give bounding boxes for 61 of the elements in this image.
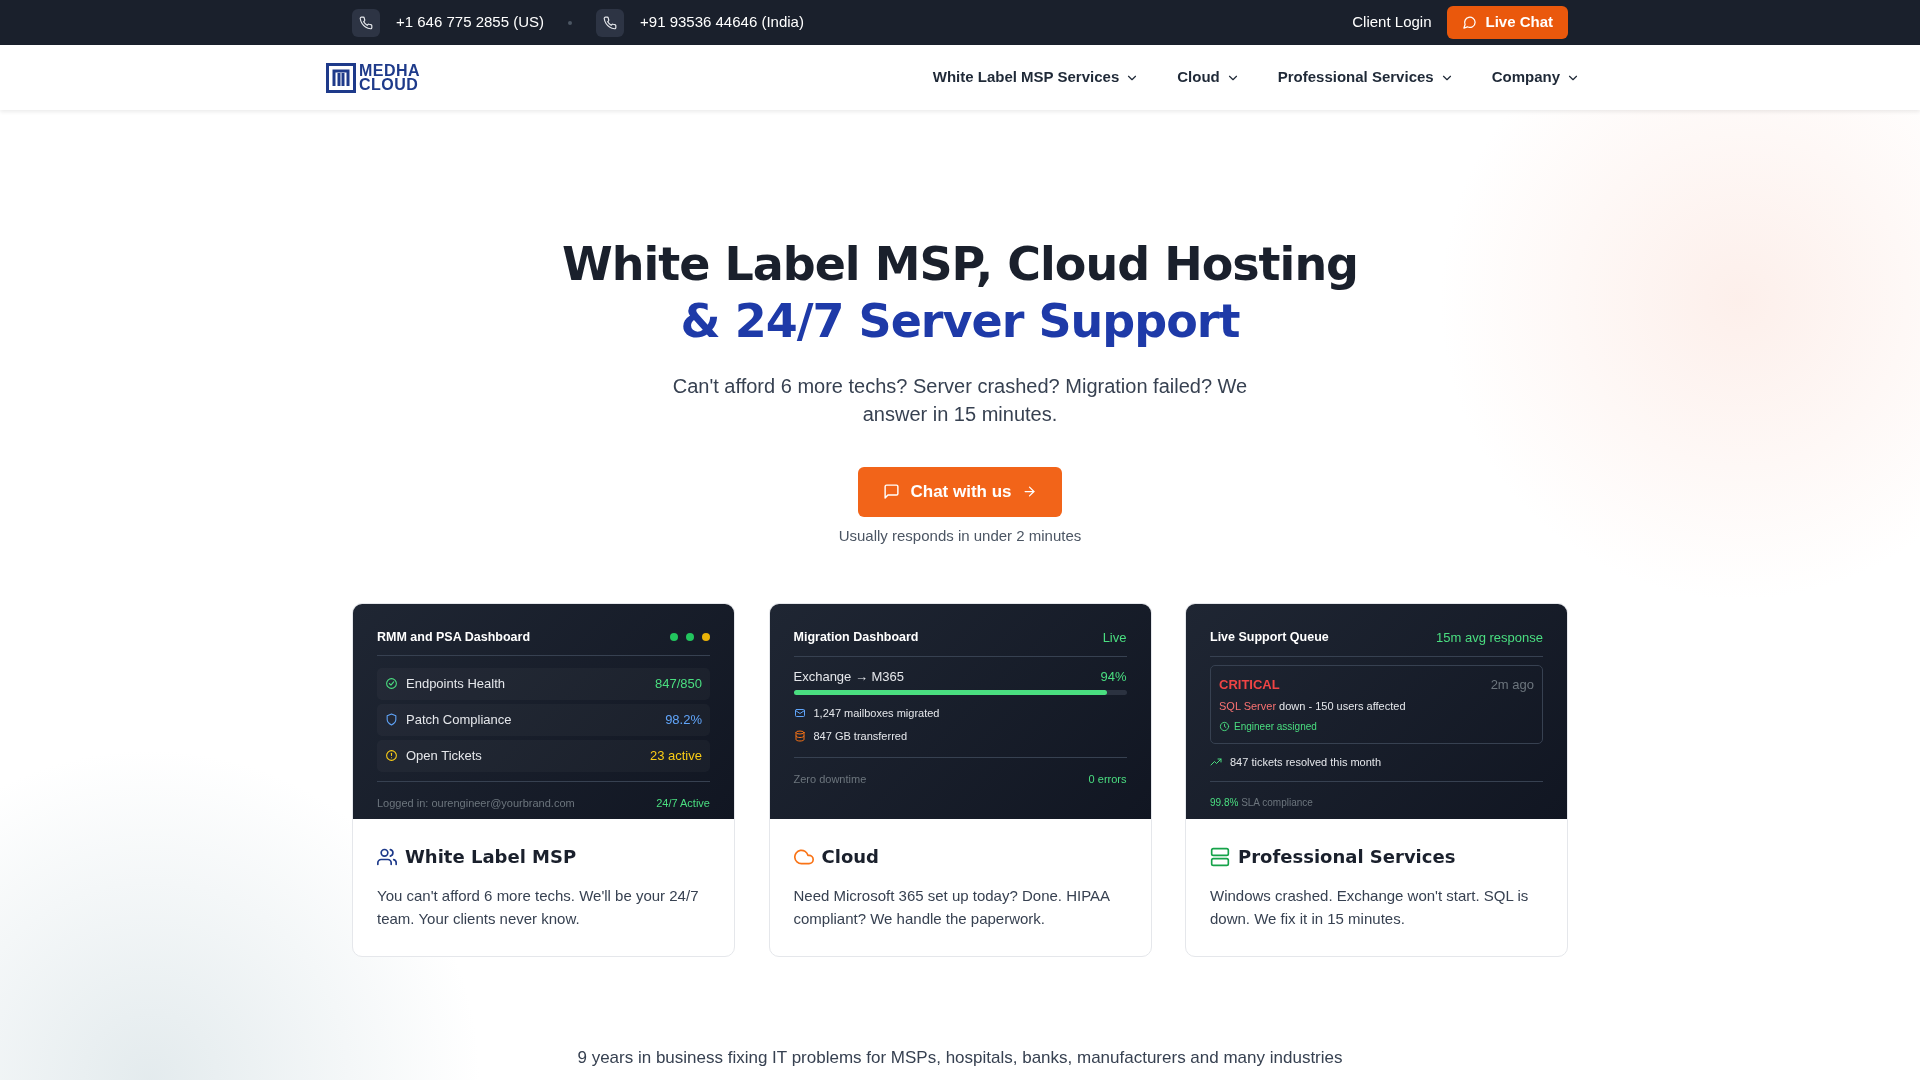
server-icon	[1210, 846, 1230, 867]
panel-title: RMM and PSA Dashboard	[377, 629, 531, 646]
nav-menu-item[interactable]: Professional Services	[1277, 66, 1454, 89]
status-text: 24/7 Active	[656, 795, 710, 811]
trending-up-icon	[1210, 755, 1222, 768]
shield-icon	[385, 713, 398, 727]
phone-link[interactable]: +1 646 775 2855 (US)	[396, 11, 545, 34]
metric-value: 847/850	[655, 675, 702, 693]
database-icon	[793, 729, 806, 742]
logo-text: MEDHA CLOUD	[359, 63, 421, 92]
alert-circle-icon	[385, 749, 398, 763]
card-title: White Label MSP	[405, 846, 577, 868]
error-count: 0 errors	[1088, 772, 1127, 787]
live-chat-button[interactable]: Live Chat	[1447, 6, 1568, 39]
mail-icon	[793, 707, 806, 720]
client-login-link[interactable]: Client Login	[1352, 11, 1432, 34]
card-description: Need Microsoft 365 set up today? Done. HIPAA compliant? We handle the paperwork.	[793, 885, 1111, 929]
logo-mark	[326, 62, 356, 93]
hero-heading: White Label MSP, Cloud Hosting & 24/7 Server Support	[561, 236, 1359, 350]
footer-text: Zero downtime	[793, 772, 867, 787]
metric-value: 23 active	[649, 747, 702, 765]
arrow-right-icon	[1021, 484, 1037, 500]
panel-title: Migration Dashboard	[793, 629, 919, 647]
phone-link[interactable]: +91 93536 44646 (India)	[640, 11, 804, 34]
live-status: Live	[1102, 629, 1127, 647]
severity-label: CRITICAL	[1219, 675, 1280, 694]
card-description: You can't afford 6 more techs. We'll be your 24/7 team. Your clients never know.	[377, 885, 700, 929]
check-circle-icon	[385, 677, 398, 691]
chat-icon	[1462, 15, 1478, 30]
card-description: Windows crashed. Exchange won't start. SQL is down. We fix it in 15 minutes.	[1210, 885, 1530, 929]
stat-text: 847 GB transferred	[813, 728, 908, 744]
panel-title: Live Support Queue	[1210, 629, 1329, 647]
assigned-status: Engineer assigned	[1234, 719, 1317, 734]
chat-icon	[883, 483, 901, 501]
metric-label: Patch Compliance	[406, 711, 512, 729]
users-icon	[377, 846, 397, 867]
progress-label: Exchange → M365	[793, 667, 905, 686]
response-time: 15m avg response	[1436, 629, 1543, 647]
metric-label: Endpoints Health	[406, 675, 505, 693]
login-text: Logged in: ourengineer@yourbrand.com	[377, 795, 575, 811]
sla-text: 99.8% SLA compliance	[1210, 797, 1313, 808]
tagline: 9 years in business fixing IT problems for MSPs, hospitals, banks, manufacturers and many industries	[576, 1046, 1344, 1069]
separator-dot	[568, 20, 573, 25]
nav-menu-item[interactable]: Cloud	[1177, 66, 1240, 89]
stat-text: 1,247 mailboxes migrated	[813, 706, 940, 721]
tickets-stat: 847 tickets resolved this month	[1230, 754, 1382, 770]
phone-icon	[596, 8, 625, 37]
clock-icon	[1219, 720, 1230, 732]
card-title: Cloud	[821, 846, 879, 868]
alert-message: SQL Server down - 150 users affected	[1219, 699, 1407, 714]
alert-time: 2m ago	[1490, 675, 1534, 694]
card-title: Professional Services	[1238, 846, 1456, 868]
phone-icon	[352, 8, 380, 37]
nav-menu-item[interactable]: White Label MSP Services	[932, 66, 1140, 89]
hero-subtitle: Can't afford 6 more techs? Server crashed? Migration failed? We answer in 15 minutes.	[671, 374, 1249, 427]
metric-value: 98.2%	[665, 711, 702, 729]
response-note: Usually responds in under 2 minutes	[838, 525, 1082, 546]
progress-value: 94%	[1100, 667, 1127, 686]
metric-label: Open Tickets	[406, 747, 482, 765]
cloud-icon	[793, 846, 814, 867]
nav-menu-item[interactable]: Company	[1491, 66, 1580, 89]
